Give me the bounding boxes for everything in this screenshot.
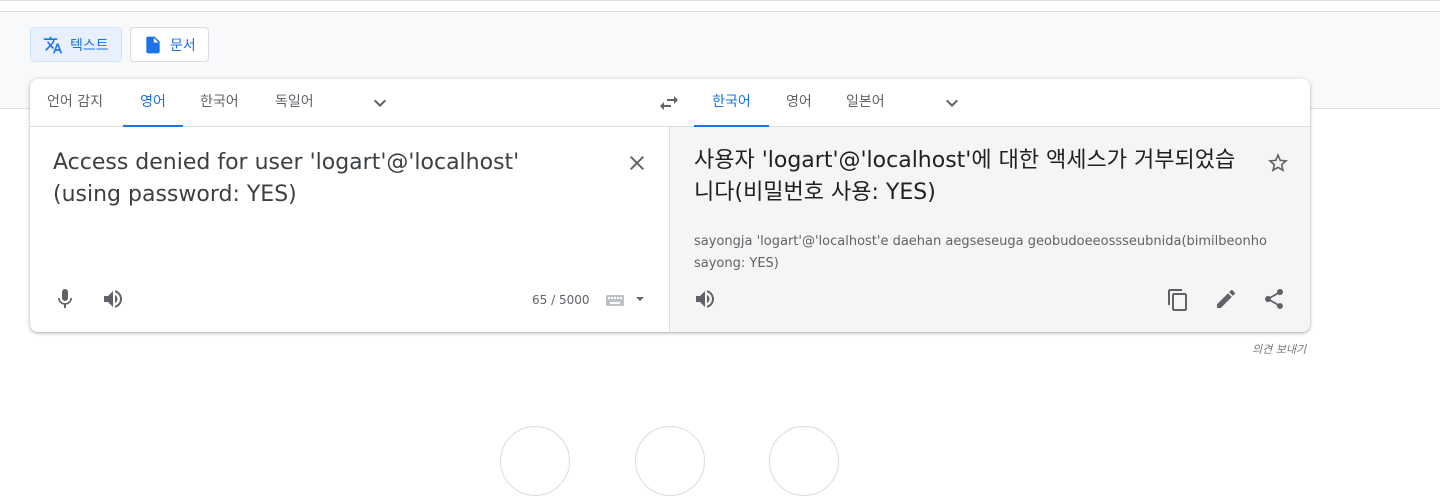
copy-icon — [1168, 289, 1187, 311]
source-pane: Access denied for user 'logart'@'localho… — [30, 127, 670, 332]
microphone-icon — [58, 289, 72, 308]
translation-card: 언어 감지 영어 한국어 독일어 한국어 영어 일본어 Access denie… — [30, 79, 1310, 332]
speaker-icon — [104, 290, 122, 308]
history-button[interactable] — [500, 426, 570, 496]
target-listen-button[interactable] — [693, 287, 717, 311]
contribute-button[interactable] — [769, 426, 839, 496]
document-icon — [146, 36, 160, 53]
keyboard-icon — [606, 295, 644, 306]
pencil-icon — [1217, 289, 1236, 308]
translate-icon — [43, 36, 63, 53]
source-tab-detect[interactable]: 언어 감지 — [30, 79, 120, 127]
swap-languages-button[interactable] — [657, 91, 681, 115]
text-mode-button[interactable]: 텍스트 — [30, 27, 122, 62]
text-mode-label: 텍스트 — [70, 37, 109, 54]
share-icon — [1265, 289, 1283, 309]
save-translation-button[interactable] — [1266, 151, 1290, 175]
speaker-icon — [696, 290, 714, 308]
keyboard-selector[interactable] — [606, 290, 646, 310]
saved-button[interactable] — [635, 426, 705, 496]
target-language-dropdown[interactable] — [940, 91, 964, 115]
target-tab-english[interactable]: 영어 — [769, 79, 829, 127]
source-tab-english[interactable]: 영어 — [123, 79, 183, 127]
target-tab-korean[interactable]: 한국어 — [694, 79, 769, 127]
document-mode-label: 문서 — [170, 37, 196, 54]
swap-icon — [660, 96, 678, 110]
source-tab-korean[interactable]: 한국어 — [183, 79, 256, 127]
close-icon — [630, 156, 644, 170]
chevron-down-icon — [374, 99, 386, 107]
edit-translation-button[interactable] — [1214, 287, 1238, 311]
translated-text: 사용자 'logart'@'localhost'에 대한 액세스가 거부되었습니… — [694, 148, 1236, 205]
caret-down-icon — [636, 297, 644, 301]
clear-source-button[interactable] — [625, 151, 649, 175]
chevron-down-icon — [946, 99, 958, 107]
send-feedback-link[interactable]: 의견 보내기 — [1252, 341, 1306, 357]
star-outline-icon — [1268, 153, 1288, 172]
copy-translation-button[interactable] — [1166, 288, 1190, 312]
source-language-dropdown[interactable] — [368, 91, 392, 115]
target-pane: 사용자 'logart'@'localhost'에 대한 액세스가 거부되었습니… — [670, 127, 1310, 332]
source-text-input[interactable]: Access denied for user 'logart'@'localho… — [53, 147, 593, 211]
source-tab-german[interactable]: 독일어 — [258, 79, 331, 127]
romanization-text: sayongja 'logart'@'localhost'e daehan ae… — [694, 234, 1267, 271]
target-tab-japanese[interactable]: 일본어 — [829, 79, 902, 127]
document-mode-button[interactable]: 문서 — [130, 27, 209, 62]
language-bar: 언어 감지 영어 한국어 독일어 한국어 영어 일본어 — [30, 79, 1310, 127]
source-listen-button[interactable] — [101, 287, 125, 311]
voice-input-button[interactable] — [53, 287, 77, 311]
character-count: 65 / 5000 — [532, 293, 590, 307]
share-translation-button[interactable] — [1262, 287, 1286, 311]
